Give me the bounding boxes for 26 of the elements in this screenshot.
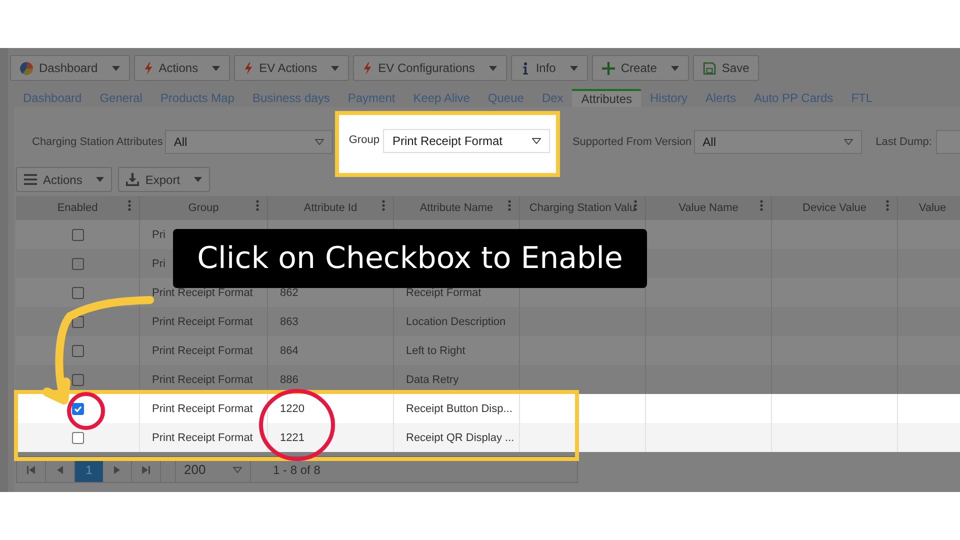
instruction-tooltip: Click on Checkbox to Enable [173, 229, 647, 288]
table-cell: Print Receipt Format [152, 432, 253, 444]
table-cell: Print Receipt Format [152, 402, 253, 414]
table-cell: 862 [280, 286, 298, 298]
table-cell: Pri [152, 228, 166, 240]
table-cell: Data Retry [406, 374, 459, 386]
filter-label: Charging Station Attributes [32, 136, 163, 148]
table-cell: 1221 [280, 432, 304, 444]
filter-label: Supported From Version [572, 136, 692, 148]
table-cell: Location Description [406, 316, 506, 328]
table-cell: Pri [152, 258, 166, 270]
table-cell: Receipt QR Display ... [406, 432, 514, 444]
table-cell: Receipt Button Disp... [406, 402, 512, 414]
table-cell: 863 [280, 316, 298, 328]
table-cell: 1220 [280, 402, 304, 414]
pager-summary: 1 - 8 of 8 [273, 462, 320, 476]
table-cell: 886 [280, 374, 298, 386]
table-cell: Print Receipt Format [152, 286, 253, 298]
table-cell: Receipt Format [406, 286, 482, 298]
filter-label: Last Dump: [876, 136, 932, 148]
table-cell: Print Receipt Format [152, 344, 253, 356]
table-cell: Print Receipt Format [152, 374, 253, 386]
table-cell: Left to Right [406, 344, 466, 356]
table-cell: 864 [280, 344, 298, 356]
filter-label: Group [348, 134, 380, 146]
table-cell: Print Receipt Format [152, 316, 253, 328]
